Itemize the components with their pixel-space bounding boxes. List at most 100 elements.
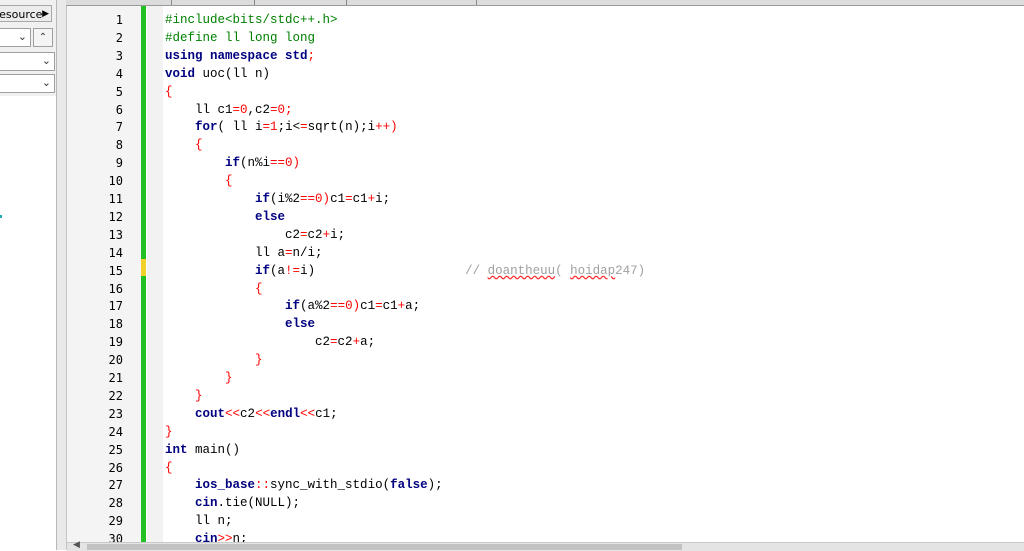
filter-combo[interactable]: ⌄ [0, 74, 55, 93]
code-line[interactable]: ll c1=0,c2=0; [165, 102, 293, 120]
scroll-left-icon[interactable]: ◀ [73, 540, 80, 550]
line-number: 23 [108, 406, 123, 421]
code-line[interactable]: { [165, 173, 233, 191]
code-line[interactable]: for( ll i=1;i<=sqrt(n);i++) [165, 119, 398, 137]
code-token: = [300, 227, 308, 242]
resource-tab-label: Resource [0, 8, 43, 21]
code-line[interactable]: cout<<c2<<endl<<c1; [165, 406, 338, 424]
member-combo[interactable]: ⌄ [0, 52, 55, 71]
code-token: a; [360, 335, 376, 350]
chevron-down-icon[interactable]: ⌄ [18, 30, 27, 43]
code-line[interactable]: ll n; [165, 513, 233, 531]
line-number: 25 [108, 442, 123, 457]
code-line[interactable]: ll a=n/i; [165, 245, 323, 263]
code-token: = [300, 120, 308, 135]
code-line[interactable]: if(i%2==0)c1=c1+i; [165, 191, 390, 209]
code-token: using namespace std [165, 48, 308, 63]
chevron-up-icon: ⌃ [38, 32, 48, 43]
line-number: 11 [108, 192, 123, 206]
code-line[interactable]: using namespace std; [165, 48, 315, 66]
line-number: 13 [108, 227, 123, 242]
code-token: false [390, 478, 428, 493]
code-line[interactable]: } [165, 388, 203, 406]
code-token: << [225, 406, 241, 421]
tab-divider [346, 0, 347, 5]
code-token: #include<bits/stdc++.h> [165, 13, 338, 27]
class-browser[interactable] [0, 96, 56, 550]
code-token: =1 [262, 120, 278, 135]
code-token: ==0) [300, 192, 331, 206]
panel-splitter[interactable] [57, 0, 67, 550]
code-token: { [165, 281, 263, 296]
code-token: << [300, 406, 316, 421]
code-token: c1 [330, 192, 346, 206]
scrollbar-thumb[interactable] [87, 544, 682, 550]
code-line[interactable]: c2=c2+i; [165, 227, 345, 245]
code-line[interactable]: } [165, 424, 173, 442]
code-line[interactable]: { [165, 281, 263, 299]
code-token: ;i< [277, 120, 301, 135]
resource-tab[interactable]: Resource ▶ [0, 5, 52, 22]
code-line[interactable]: #include<bits/stdc++.h> [165, 12, 338, 30]
code-token: :: [255, 478, 271, 493]
code-line[interactable]: { [165, 84, 173, 102]
code-token: ios_base [195, 478, 256, 493]
code-line[interactable]: cin.tie(NULL); [165, 495, 300, 513]
code-line[interactable]: int main() [165, 442, 240, 460]
code-line[interactable]: if(a!=i) // doantheuu( hoidap247) [165, 263, 645, 281]
code-token: c2 [165, 335, 331, 350]
code-token: #define ll long long [165, 30, 316, 45]
line-number: 6 [115, 102, 123, 117]
code-line[interactable]: else [165, 209, 285, 227]
code-line[interactable]: } [165, 370, 233, 388]
code-token: i; [375, 192, 391, 206]
code-token: ; [307, 48, 316, 63]
code-token: sync_with_stdio( [270, 478, 391, 493]
line-number: 2 [115, 30, 123, 45]
code-token: a; [405, 299, 421, 314]
class-combo[interactable]: ⌄ [0, 28, 31, 47]
code-token: if [285, 299, 301, 314]
chevron-down-icon[interactable]: ⌄ [42, 54, 51, 67]
code-token: { [165, 138, 203, 153]
code-token: c2 [165, 227, 301, 242]
chevron-down-icon[interactable]: ⌄ [42, 76, 51, 89]
code-token: =0; [270, 102, 293, 117]
code-line[interactable]: else [165, 316, 315, 334]
code-token: } [165, 371, 233, 385]
code-line[interactable]: ios_base::sync_with_stdio(false); [165, 477, 443, 495]
code-line[interactable]: if(a%2==0)c1=c1+a; [165, 298, 420, 316]
tab-scroll-right-icon[interactable]: ▶ [42, 6, 49, 21]
code-token: (i%2 [270, 192, 301, 206]
tab-divider [254, 0, 255, 5]
code-token: + [367, 192, 376, 206]
code-line[interactable]: c2=c2+a; [165, 334, 375, 352]
code-line[interactable]: } [165, 352, 263, 370]
code-line[interactable]: { [165, 137, 203, 155]
code-token: c1 [352, 192, 368, 206]
tab-divider [171, 0, 172, 5]
line-number: 10 [108, 174, 123, 189]
code-token: for [195, 120, 218, 135]
line-number: 3 [115, 48, 123, 63]
scroll-up-button[interactable]: ⌃ [33, 28, 53, 47]
line-number: 15 [108, 263, 123, 278]
tab-divider [476, 0, 477, 5]
code-token: + [352, 335, 361, 350]
code-line[interactable]: void uoc(ll n) [165, 66, 270, 84]
code-line[interactable]: #define ll long long [165, 30, 315, 48]
code-token: void [165, 66, 196, 81]
code-line[interactable]: if(n%i==0) [165, 155, 300, 173]
fold-margin [147, 6, 163, 542]
code-token: if [225, 156, 241, 171]
line-number: 1 [115, 13, 123, 27]
line-number: 26 [108, 460, 123, 475]
code-line[interactable]: { [165, 460, 173, 478]
code-token: c2 [240, 406, 256, 421]
code-token: int [165, 442, 188, 457]
line-number: 9 [115, 156, 123, 171]
code-token: + [322, 227, 331, 242]
